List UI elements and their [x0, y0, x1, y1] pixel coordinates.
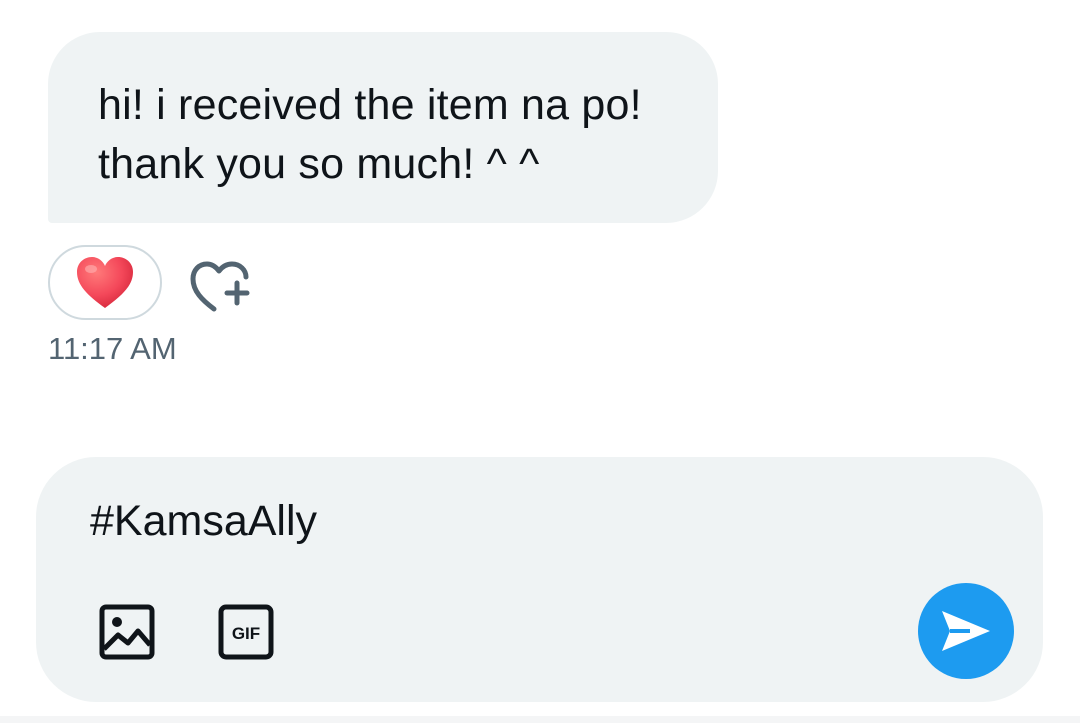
- add-gif-button[interactable]: GIF: [217, 603, 275, 661]
- message-input[interactable]: [90, 495, 970, 547]
- image-icon: [99, 604, 155, 660]
- heart-plus-icon: [190, 261, 250, 312]
- message-text: hi! i received the item na po! thank you…: [98, 81, 642, 188]
- add-image-button[interactable]: [98, 603, 156, 661]
- dm-conversation: hi! i received the item na po! thank you…: [0, 0, 1080, 723]
- message-timestamp: 11:17 AM: [48, 331, 177, 366]
- add-reaction-button[interactable]: [188, 255, 260, 315]
- received-message-bubble[interactable]: hi! i received the item na po! thank you…: [48, 32, 718, 223]
- message-composer: GIF: [36, 457, 1043, 702]
- bottom-divider: [0, 716, 1080, 723]
- heart-reaction[interactable]: [48, 245, 162, 320]
- gif-icon: GIF: [218, 604, 274, 660]
- send-button[interactable]: [918, 583, 1014, 679]
- gif-label: GIF: [232, 624, 260, 643]
- send-icon: [942, 611, 990, 651]
- red-heart-emoji-icon: [77, 256, 133, 308]
